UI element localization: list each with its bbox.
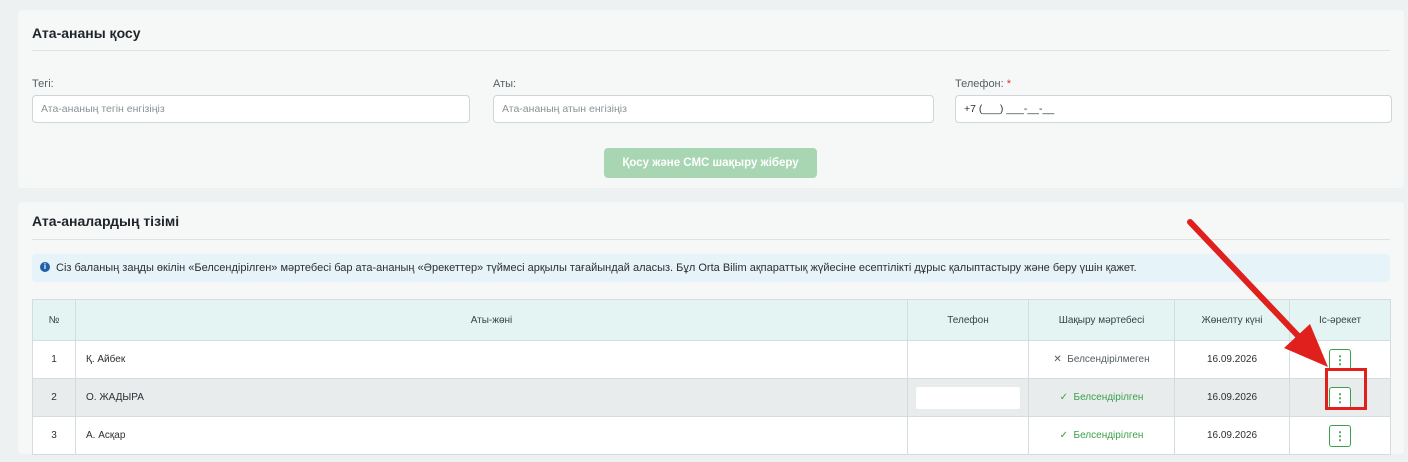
annotation-highlight-box	[1325, 368, 1367, 410]
col-phone[interactable]: Телефон	[907, 299, 1029, 341]
table-row: 3 А. Асқар ✓ Белсендірілген 16.09.2026 ⋮	[32, 416, 1391, 455]
row-number: 2	[32, 378, 76, 417]
divider	[32, 239, 1390, 240]
row-status: ✓ Белсендірілген	[1028, 416, 1175, 455]
col-name[interactable]: Аты-жөні	[75, 299, 908, 341]
info-banner: i Сіз баланың заңды өкілін «Белсендірілге…	[32, 254, 1390, 282]
table-header-row: № Аты-жөні Телефон Шақыру мәртебесі Жөне…	[32, 299, 1391, 341]
row-actions-cell: ⋮	[1289, 416, 1391, 455]
status-text: Белсендірілген	[1073, 430, 1144, 441]
status-text: Белсендірілген	[1073, 392, 1144, 403]
row-number: 3	[32, 416, 76, 455]
check-icon: ✓	[1059, 392, 1068, 403]
col-number[interactable]: №	[32, 299, 76, 341]
row-phone	[907, 340, 1029, 379]
surname-input[interactable]: Ата-ананың тегін енгізіңіз	[32, 95, 470, 123]
required-marker: *	[1006, 78, 1012, 90]
divider	[32, 50, 1390, 51]
info-icon: i	[40, 262, 50, 273]
phone-label-text: Телефон:	[955, 78, 1004, 90]
check-icon: ✓	[1059, 430, 1068, 441]
phone-input[interactable]: +7 (___) ___-__-__	[955, 95, 1392, 123]
surname-label: Тегі:	[32, 78, 54, 90]
x-icon: ✕	[1053, 354, 1062, 365]
row-date: 16.09.2026	[1174, 340, 1290, 379]
col-invite-status[interactable]: Шақыру мәртебесі	[1028, 299, 1175, 341]
table-row: 2 О. ЖАДЫРА ✓ Белсендірілген 16.09.2026 …	[32, 378, 1391, 417]
col-sent-date[interactable]: Жөнелту күні	[1174, 299, 1290, 341]
add-parent-card: Ата-ананы қосу Тегі: Ата-ананың тегін ен…	[18, 10, 1404, 188]
row-name: А. Асқар	[75, 416, 908, 455]
row-name: О. ЖАДЫРА	[75, 378, 908, 417]
row-status: ✕ Белсендірілмеген	[1028, 340, 1175, 379]
add-parent-title: Ата-ананы қосу	[32, 25, 141, 41]
row-name: Қ. Айбек	[75, 340, 908, 379]
name-label: Аты:	[493, 78, 517, 90]
col-actions: Іс-әрекет	[1289, 299, 1391, 341]
parents-list-card: Ата-аналардың тізімі i Сіз баланың заңды …	[18, 202, 1404, 455]
phone-redacted-box	[916, 386, 1020, 409]
status-text: Белсендірілмеген	[1067, 354, 1150, 365]
info-text: Сіз баланың заңды өкілін «Белсендірілген…	[56, 262, 1137, 274]
more-actions-button[interactable]: ⋮	[1329, 424, 1351, 447]
phone-label: Телефон: *	[955, 78, 1011, 90]
name-input[interactable]: Ата-ананың атын енгізіңіз	[493, 95, 934, 123]
row-date: 16.09.2026	[1174, 378, 1290, 417]
add-and-send-sms-button[interactable]: Қосу және СМС шақыру жіберу	[604, 148, 817, 178]
row-date: 16.09.2026	[1174, 416, 1290, 455]
table-row: 1 Қ. Айбек ✕ Белсендірілмеген 16.09.2026…	[32, 340, 1391, 379]
parents-table: № Аты-жөні Телефон Шақыру мәртебесі Жөне…	[32, 299, 1391, 455]
row-phone	[907, 416, 1029, 455]
row-phone	[907, 378, 1029, 417]
parents-list-title: Ата-аналардың тізімі	[32, 213, 180, 229]
row-number: 1	[32, 340, 76, 379]
row-status: ✓ Белсендірілген	[1028, 378, 1175, 417]
